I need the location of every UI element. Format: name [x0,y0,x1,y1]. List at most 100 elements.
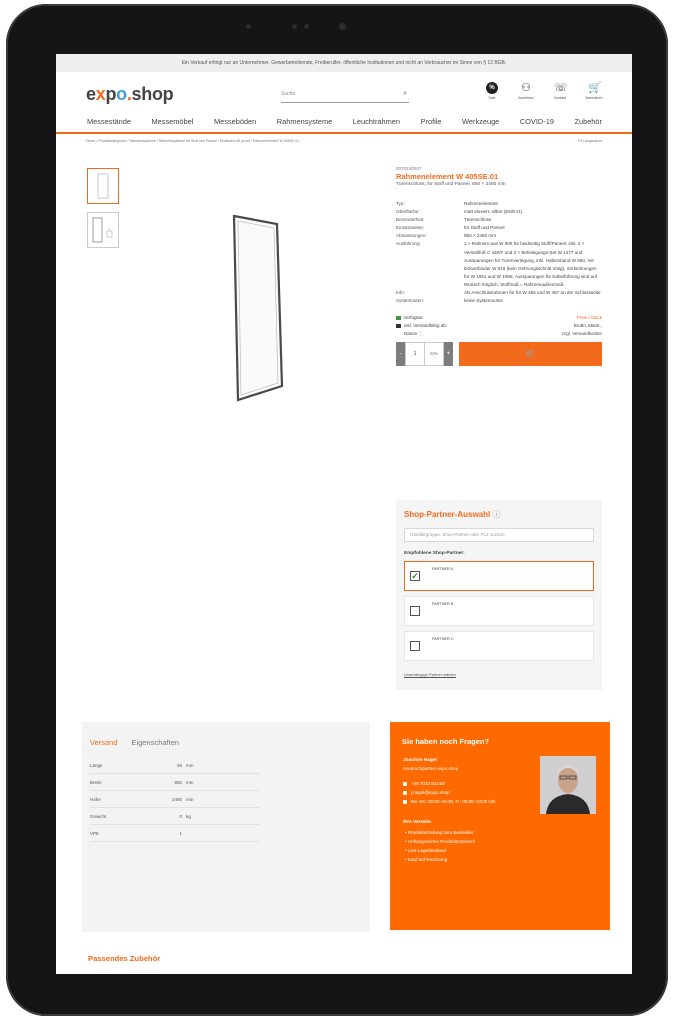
contact-button[interactable]: ☏ Kontakt [550,82,570,100]
partner-search-input[interactable]: Händlergruppe, Shop-Partner oder PLZ suc… [404,528,594,542]
table-row: VPE 1 [90,825,260,842]
partner-option-c[interactable]: PARTNER C [404,631,594,661]
product-title: Rahmenelement W 405SE.01 [396,172,499,181]
quantity-minus-button[interactable]: - [396,342,405,367]
spec-table: Typ: Rahmenelement Oberfläche: matt eloxie… [396,200,602,305]
check-icon [396,315,401,321]
search-input[interactable]: Suche ⌕ [281,90,409,103]
header-icons: % Sale ⚇ Anmelden ☏ Kontakt 🛒 Warenkorb [482,82,604,100]
spec-row: Abmessungen: 850 × 2480 mm [396,233,497,239]
phone-icon [403,781,407,786]
sensor-dot [246,24,251,29]
availability-block: Verfügbar Preis / Stück inkl. Versandfäh… [396,314,602,338]
login-button[interactable]: ⚇ Anmelden [516,82,536,100]
spec-row: Typ: Rahmenelement [396,201,498,206]
phone-icon: ☏ [554,82,568,94]
mail-icon [403,790,407,795]
nav-item-zubehoer[interactable]: Zubehör [574,112,602,132]
info-icon[interactable]: ⓘ [419,331,424,336]
sale-button[interactable]: % Sale [482,82,502,100]
shop-partner-panel: Shop-Partner-Auswahl ⓘ Händlergruppe, Sh… [396,500,602,690]
partner-title: Shop-Partner-Auswahl [404,510,491,519]
nav-item-rahmensysteme[interactable]: Rahmensysteme [277,112,332,132]
thumbnail-2[interactable] [87,212,119,248]
breadcrumb-path[interactable]: Home / Produktkategorien / Rahmensysteme… [86,134,299,148]
tax-note: Brutto, MwSt., [573,323,602,329]
expo-shop-logo[interactable]: expo.shop [86,84,174,105]
partner-option-a[interactable]: ✓ PARTNER A [404,561,594,591]
checkbox-checked-icon[interactable]: ✓ [410,571,420,581]
main-nav: Messestände Messemöbel Messeböden Rahmen… [56,112,632,134]
details-tabs-panel: Versand Eigenschaften Länge 46 mm Breite 85… [82,722,370,932]
date-label: Datum [404,331,418,337]
clock-icon [403,799,407,804]
browser-viewport: Ein Verkauf erfolgt nur an Unternehmer, … [56,54,632,974]
contact-avatar [540,756,596,814]
quantity-plus-button[interactable]: + [444,342,453,367]
independent-partner-link[interactable]: Unabhängige Partner wählen [396,661,602,677]
tab-eigenschaften[interactable]: Eigenschaften [132,738,180,747]
breadcrumb-right-link[interactable]: Fit Langansicht [578,134,602,148]
user-icon: ⚇ [521,82,531,94]
tablet-frame: Ein Verkauf erfolgt nur an Unternehmer, … [6,4,668,1016]
spec-row: Besonderheit: Türenschloss [396,217,492,223]
table-row: Gewicht 0 kg [90,808,260,825]
shipping-properties-table: Länge 46 mm Breite 850 mm Höhe 2480 mm Gewicht… [90,757,260,842]
b2b-notice: Ein Verkauf erfolgt nur an Unternehmer, … [56,54,632,72]
add-to-cart-row: - 1 STK + 🛒 [396,342,602,367]
list-item: Produktschulung zum Bestseller [405,828,610,837]
contact-box: Sie haben noch Fragen? Joachim Nagel Ans… [390,722,610,930]
sensor-dot [292,24,297,29]
cart-icon: 🛒 [525,349,536,359]
cart-button[interactable]: 🛒 Warenkorb [584,82,604,100]
nav-item-messestaende[interactable]: Messestände [87,112,131,132]
checkbox-icon[interactable] [410,641,420,651]
sensor-dot [304,24,309,29]
nav-item-werkzeuge[interactable]: Werkzeuge [462,112,499,132]
recommended-label: Empfohlene Shop-Partner: [404,551,465,556]
add-to-cart-button[interactable]: 🛒 [459,342,602,367]
search-icon[interactable]: ⌕ [403,90,407,98]
checkbox-icon[interactable] [410,606,420,616]
spec-row: Einsetzweise: für Stoff und Paneel [396,225,505,231]
shipping-cost-note: zzgl. Versandkosten [561,331,602,337]
product-info: 0070240S07 Rahmenelement W 405SE.01 Türe… [396,166,602,367]
drawing-thumbnail-icon [92,217,113,243]
cart-icon: 🛒 [588,82,602,94]
nav-item-messeboeden[interactable]: Messeböden [214,112,256,132]
spec-row: Oberfläche: matt eloxiert, silber (E6/EV1… [396,209,523,215]
nav-item-profile[interactable]: Profile [421,112,442,132]
breadcrumb: Home / Produktkategorien / Rahmensysteme… [56,134,632,148]
camera-lens [339,23,346,30]
spec-row: Systemnuten: keine Systemnuten [396,298,504,304]
table-row: Länge 46 mm [90,757,260,774]
product-image[interactable] [230,214,290,404]
benefits-list: Produktschulung zum Bestseller Umfangrei… [390,825,610,864]
contact-title: Sie haben noch Fragen? [402,737,490,746]
shipping-label: inkl. Versandfähig ab: [404,323,448,329]
sale-icon: % [486,82,498,94]
nav-item-leuchtrahmen[interactable]: Leuchtrahmen [353,112,400,132]
product-sku: 0070240S07 [396,166,422,171]
unit-select[interactable]: STK [425,342,444,367]
spec-row: Info: Als Anschlussrahmen für für W 455 u… [396,290,601,296]
site-header: expo.shop Suche ⌕ % Sale ⚇ Anmelden ☏ Ko… [56,72,632,112]
spec-row: Ausführung: 1 × Rahmen aus W 909 für beid… [396,241,598,287]
thumbnail-1[interactable] [87,168,119,204]
table-row: Breite 850 mm [90,774,260,791]
quantity-input[interactable]: 1 [405,342,425,367]
list-item: Umfangreiches Produktsortiment [405,837,610,846]
list-item: Live-Lagerbestand [405,846,610,855]
product-subtitle: Türenschloss, für Stoff und Paneel, 850 … [396,182,506,187]
tab-versand[interactable]: Versand [90,738,118,747]
price-label: Preis / Stück [576,315,602,321]
frame-thumbnail-icon [97,173,109,199]
truck-icon [396,324,401,329]
info-icon[interactable]: ⓘ [492,510,500,519]
nav-item-covid[interactable]: COVID-19 [520,112,554,132]
table-row: Höhe 2480 mm [90,791,260,808]
partner-option-b[interactable]: PARTNER B [404,596,594,626]
nav-item-messemoebel[interactable]: Messemöbel [152,112,194,132]
accessories-heading: Passendes Zubehör [88,954,161,963]
availability-status: Verfügbar [403,315,424,321]
